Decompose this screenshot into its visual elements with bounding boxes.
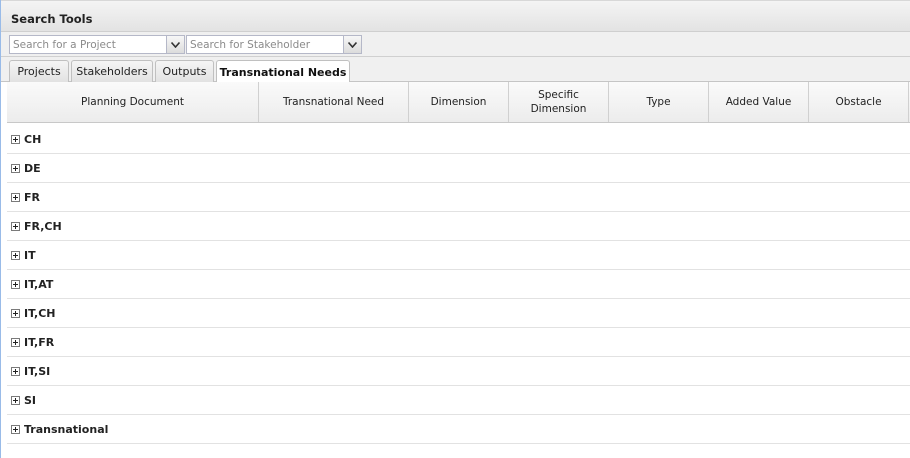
chevron-down-icon — [348, 41, 357, 48]
group-row[interactable]: DE — [7, 154, 910, 183]
group-row[interactable]: CH — [7, 125, 910, 154]
column-header-planning-document[interactable]: Planning Document — [7, 82, 259, 122]
stakeholder-search-combo[interactable] — [186, 35, 362, 54]
column-header-specific-dimension[interactable]: Specific Dimension — [509, 82, 609, 122]
column-header-type[interactable]: Type — [609, 82, 709, 122]
group-label: SI — [24, 393, 37, 407]
group-label: IT,SI — [24, 364, 51, 378]
group-row[interactable]: IT,CH — [7, 299, 910, 328]
group-row[interactable]: IT — [7, 241, 910, 270]
project-search-combo[interactable] — [9, 35, 185, 54]
group-label: DE — [24, 161, 41, 175]
plus-box-icon[interactable] — [11, 308, 20, 318]
tab-projects[interactable]: Projects — [9, 60, 69, 82]
tab-label: Projects — [17, 65, 61, 78]
group-row[interactable]: Transnational — [7, 415, 910, 444]
project-dropdown-trigger[interactable] — [166, 36, 184, 53]
stakeholder-dropdown-trigger[interactable] — [343, 36, 361, 53]
group-row[interactable]: FR — [7, 183, 910, 212]
plus-box-icon[interactable] — [11, 337, 20, 347]
plus-box-icon[interactable] — [11, 366, 20, 376]
group-label: CH — [24, 132, 42, 146]
stakeholder-search-input[interactable] — [187, 36, 343, 53]
group-label: FR,CH — [24, 219, 62, 233]
plus-box-icon[interactable] — [11, 395, 20, 405]
group-row[interactable]: SI — [7, 386, 910, 415]
plus-box-icon[interactable] — [11, 163, 20, 173]
column-header-dimension[interactable]: Dimension — [409, 82, 509, 122]
project-search-input[interactable] — [10, 36, 166, 53]
grid-body: CH DE FR FR,CH IT IT,AT IT,CH IT,FR IT,S… — [7, 123, 910, 458]
search-tools-panel: Search Tools Projects Stakeholders Outpu… — [0, 0, 910, 458]
tab-label: Outputs — [162, 65, 207, 78]
group-label: FR — [24, 190, 40, 204]
grid-header: Planning Document Transnational Need Dim… — [7, 82, 910, 123]
plus-box-icon[interactable] — [11, 424, 20, 434]
group-label: IT,AT — [24, 277, 54, 291]
group-label: IT — [24, 248, 36, 262]
search-toolbar — [1, 32, 910, 57]
group-row[interactable]: IT,AT — [7, 270, 910, 299]
tab-transnational-needs[interactable]: Transnational Needs — [216, 60, 350, 83]
group-label: IT,CH — [24, 306, 56, 320]
tab-stakeholders[interactable]: Stakeholders — [71, 60, 153, 82]
chevron-down-icon — [171, 41, 180, 48]
plus-box-icon[interactable] — [11, 192, 20, 202]
group-label: IT,FR — [24, 335, 55, 349]
group-label: Transnational — [24, 422, 109, 436]
tab-outputs[interactable]: Outputs — [155, 60, 214, 82]
column-header-added-value[interactable]: Added Value — [709, 82, 809, 122]
panel-title: Search Tools — [11, 12, 93, 26]
tab-label: Transnational Needs — [219, 65, 347, 79]
tab-strip: Projects Stakeholders Outputs Transnatio… — [1, 57, 910, 83]
plus-box-icon[interactable] — [11, 279, 20, 289]
group-row[interactable]: IT,SI — [7, 357, 910, 386]
column-header-transnational-need[interactable]: Transnational Need — [259, 82, 409, 122]
group-row[interactable]: IT,FR — [7, 328, 910, 357]
plus-box-icon[interactable] — [11, 221, 20, 231]
plus-box-icon[interactable] — [11, 134, 20, 144]
plus-box-icon[interactable] — [11, 250, 20, 260]
group-row[interactable]: FR,CH — [7, 212, 910, 241]
tab-label: Stakeholders — [76, 65, 148, 78]
panel-header: Search Tools — [1, 0, 910, 32]
column-header-obstacle[interactable]: Obstacle — [809, 82, 909, 122]
